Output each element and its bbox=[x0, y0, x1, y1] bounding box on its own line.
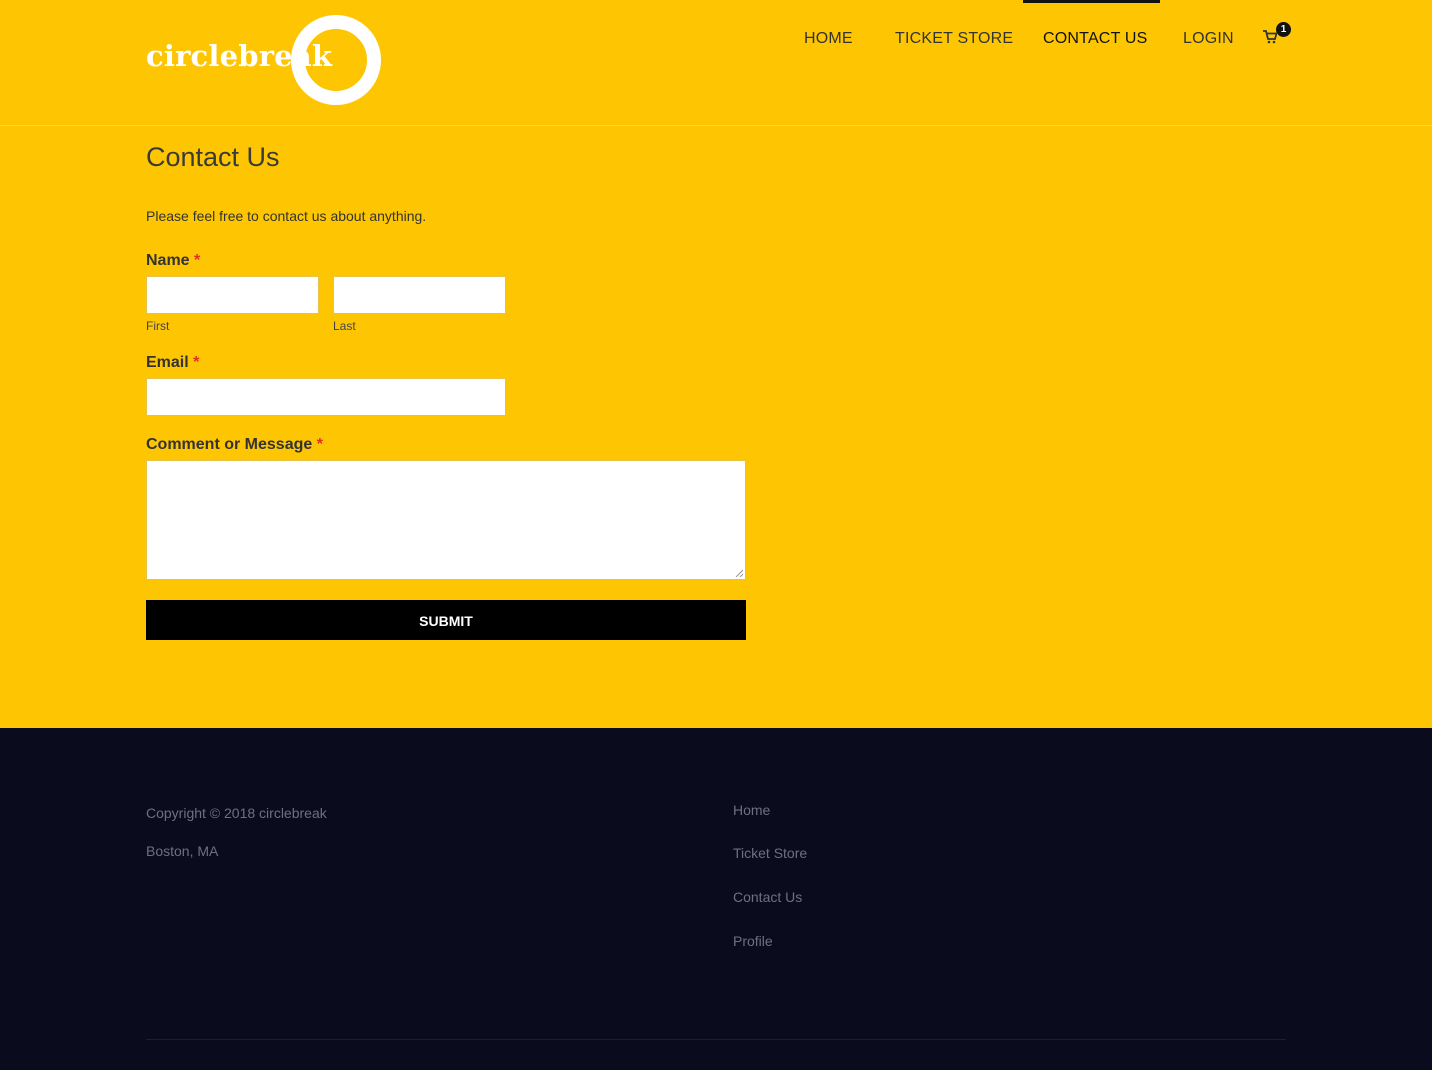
nav-item-contact-us[interactable]: CONTACT US bbox=[1043, 30, 1148, 48]
footer-link-ticket-store[interactable]: Ticket Store bbox=[733, 845, 807, 861]
name-label-text: Name bbox=[146, 252, 190, 269]
intro-text: Please feel free to contact us about any… bbox=[146, 208, 427, 224]
last-name-input[interactable] bbox=[333, 276, 506, 314]
logo-ring-icon bbox=[291, 15, 381, 105]
footer-link-profile[interactable]: Profile bbox=[733, 933, 773, 949]
page: circlebreak HOME TICKET STORE CONTACT US… bbox=[0, 0, 1432, 1070]
cart-button[interactable]: 1 bbox=[1263, 22, 1293, 46]
name-label: Name * bbox=[146, 252, 200, 270]
required-mark: * bbox=[316, 436, 323, 453]
required-mark: * bbox=[193, 354, 200, 371]
copyright-text: Copyright © 2018 circlebreak bbox=[146, 805, 327, 821]
nav-item-ticket-store[interactable]: TICKET STORE bbox=[895, 30, 1013, 48]
footer-link-home[interactable]: Home bbox=[733, 802, 770, 818]
cart-icon bbox=[1263, 30, 1277, 44]
last-sublabel: Last bbox=[333, 319, 356, 333]
message-textarea[interactable] bbox=[146, 460, 746, 580]
site-footer: Copyright © 2018 circlebreak Boston, MA … bbox=[0, 728, 1432, 1070]
nav-item-home[interactable]: HOME bbox=[804, 30, 853, 48]
email-input[interactable] bbox=[146, 378, 506, 416]
nav-active-indicator bbox=[1023, 0, 1160, 3]
main-content: Contact Us Please feel free to contact u… bbox=[0, 126, 1432, 728]
page-title: Contact Us bbox=[146, 142, 280, 172]
nav-item-login[interactable]: LOGIN bbox=[1183, 30, 1234, 48]
cart-count-badge: 1 bbox=[1276, 22, 1291, 37]
first-sublabel: First bbox=[146, 319, 170, 333]
footer-link-contact-us[interactable]: Contact Us bbox=[733, 889, 802, 905]
site-header: circlebreak HOME TICKET STORE CONTACT US… bbox=[0, 0, 1432, 126]
submit-button[interactable]: SUBMIT bbox=[146, 600, 746, 640]
email-label: Email * bbox=[146, 354, 199, 372]
email-label-text: Email bbox=[146, 354, 189, 371]
message-label: Comment or Message * bbox=[146, 436, 323, 454]
first-name-input[interactable] bbox=[146, 276, 319, 314]
location-text: Boston, MA bbox=[146, 843, 219, 859]
resize-grip-icon[interactable] bbox=[735, 569, 743, 577]
footer-divider bbox=[146, 1039, 1286, 1040]
required-mark: * bbox=[194, 252, 201, 269]
logo[interactable]: circlebreak bbox=[146, 12, 386, 110]
message-label-text: Comment or Message bbox=[146, 436, 313, 453]
